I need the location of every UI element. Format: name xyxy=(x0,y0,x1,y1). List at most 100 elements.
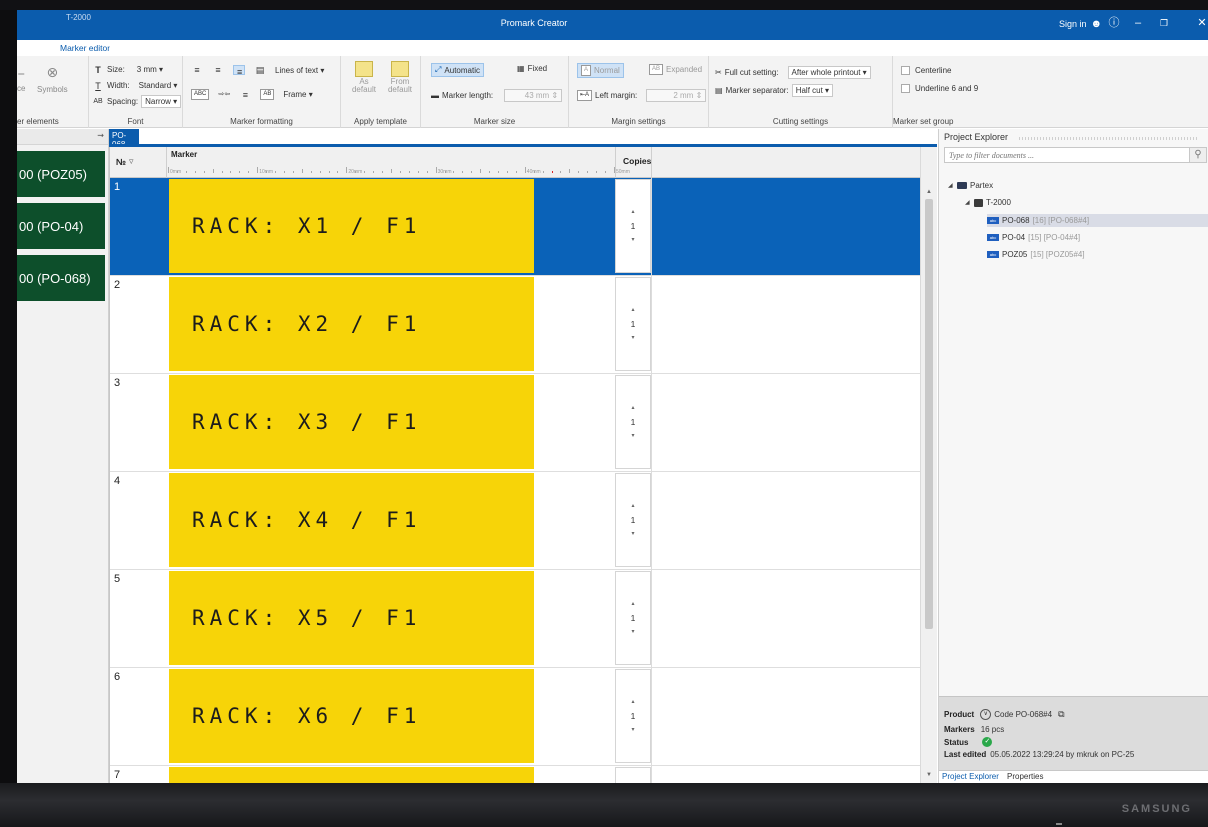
marker-label-plate[interactable]: RACK: X5 / F1 xyxy=(169,571,534,665)
marker-set-card[interactable]: 00 (POZ05) xyxy=(17,151,105,197)
tree-node-root[interactable]: ◢ Partex xyxy=(948,181,993,190)
expanded-margin-button[interactable]: AB Expanded xyxy=(649,64,702,75)
decrement-icon[interactable]: ▾ xyxy=(631,427,634,445)
decrement-icon[interactable]: ▾ xyxy=(631,525,634,543)
symbols-label: Symbols xyxy=(37,85,68,94)
font-width-select[interactable]: Standard ▾ xyxy=(136,80,181,91)
centerline-checkbox[interactable]: Centerline xyxy=(901,66,951,75)
copies-stepper[interactable]: ▴ 1 ▾ xyxy=(615,179,651,273)
copies-stepper[interactable]: ▴ 1 ▾ xyxy=(615,473,651,567)
full-cut-select[interactable]: After whole printout ▾ xyxy=(787,66,871,79)
symbols-button[interactable]: ⊗ Symbols xyxy=(37,64,68,94)
decrement-icon[interactable]: ▾ xyxy=(631,721,634,739)
separator-select[interactable]: Half cut ▾ xyxy=(791,84,834,97)
increment-icon[interactable]: ▴ xyxy=(631,497,634,515)
ruler-tick xyxy=(203,171,205,173)
marker-set-card[interactable]: 00 (PO-068) xyxy=(17,255,105,301)
marker-row[interactable]: 6 RACK: X6 / F1 ▴ 1 ▾ xyxy=(110,668,922,766)
copies-stepper[interactable]: ▴▾ xyxy=(615,767,651,783)
ruler-label: 20mm xyxy=(348,169,363,175)
increment-icon[interactable]: ▴ xyxy=(631,693,634,711)
marker-label-plate[interactable]: RACK: X6 / F1 xyxy=(169,669,534,763)
marker-row[interactable]: 1 RACK: X1 / F1 ▴ 1 ▾ xyxy=(110,178,922,276)
marker-label-plate[interactable]: RACK: X3 / F1 xyxy=(169,375,534,469)
scroll-down-icon[interactable]: ▼ xyxy=(926,772,932,778)
marker-length-input[interactable]: 43 mm ⇕ xyxy=(504,89,563,102)
marker-label-plate[interactable]: RACK: X2 / F1 xyxy=(169,277,534,371)
tab-properties[interactable]: Properties xyxy=(1007,772,1043,781)
align-left-icon[interactable]: ≡ xyxy=(191,65,203,75)
marker-row[interactable]: 4 RACK: X4 / F1 ▴ 1 ▾ xyxy=(110,472,922,570)
left-margin-input[interactable]: 2 mm ⇕ xyxy=(646,89,707,102)
copies-stepper[interactable]: ▴ 1 ▾ xyxy=(615,375,651,469)
marker-row[interactable]: 7 ▴▾ xyxy=(110,766,922,783)
ruler-tick xyxy=(426,171,428,173)
vertical-align-icon[interactable]: ≡ xyxy=(239,90,251,100)
tree-node-printer[interactable]: ◢ T-2000 xyxy=(965,198,1011,207)
full-cut-label: Full cut setting: xyxy=(724,68,779,77)
copy-icon[interactable]: ⧉ xyxy=(1058,709,1064,720)
close-icon[interactable]: ✕ xyxy=(1195,16,1208,30)
lines-of-text-button[interactable]: Lines of text ▾ xyxy=(275,66,324,75)
scissors-icon: ✂ xyxy=(715,68,722,77)
normal-margin-button[interactable]: A Normal xyxy=(577,63,624,78)
align-right-icon[interactable]: ≡ xyxy=(233,65,245,77)
fixed-button[interactable]: ▦ Fixed xyxy=(517,64,547,73)
tab-data-source[interactable]: Data Source xyxy=(102,40,163,56)
marker-row[interactable]: 2 RACK: X2 / F1 ▴ 1 ▾ xyxy=(110,276,922,374)
align-center-icon[interactable]: ≡ xyxy=(212,65,224,75)
decrement-icon[interactable]: ▾ xyxy=(631,231,634,249)
increment-icon[interactable]: ▴ xyxy=(631,399,634,417)
resize-icon: ⤢ xyxy=(435,65,442,74)
minimize-icon[interactable]: – xyxy=(1131,16,1145,30)
ruler-tick xyxy=(194,171,196,173)
column-number-header[interactable]: № ▿ xyxy=(116,156,134,167)
search-icon[interactable]: ⚲ xyxy=(1189,147,1207,163)
help-icon[interactable]: ⓘ xyxy=(1107,16,1121,30)
as-default-button[interactable]: As default xyxy=(349,61,379,94)
increment-icon[interactable]: ▴ xyxy=(631,301,634,319)
marker-label-plate[interactable] xyxy=(169,767,534,783)
filter-icon[interactable]: ▿ xyxy=(129,156,134,167)
tree-node-document[interactable]: abc PO-068 [16] [PO-068#4] xyxy=(987,214,1208,227)
vertical-scrollbar[interactable]: ▲ ▼ xyxy=(920,147,937,783)
underline-checkbox[interactable]: Underline 6 and 9 xyxy=(901,84,978,93)
copies-stepper[interactable]: ▴ 1 ▾ xyxy=(615,277,651,371)
scroll-up-icon[interactable]: ▲ xyxy=(926,189,932,195)
document-tab[interactable]: PO-068 xyxy=(109,129,139,149)
uppercase-icon[interactable]: ABC xyxy=(191,89,210,100)
marker-label-plate[interactable]: RACK: X4 / F1 xyxy=(169,473,534,567)
filter-documents-input[interactable] xyxy=(944,147,1190,163)
tab-project-explorer[interactable]: Project Explorer xyxy=(942,772,999,781)
font-spacing-select[interactable]: Narrow ▾ xyxy=(141,95,182,108)
copies-value: 1 xyxy=(630,221,636,231)
reverse-icon[interactable]: ⇨⇦ xyxy=(218,90,230,100)
tree-node-document[interactable]: abc PO-04 [15] [PO-04#4] xyxy=(987,233,1080,242)
increment-icon[interactable]: ▴ xyxy=(631,203,634,221)
sign-in-button[interactable]: Sign in ☻ xyxy=(1059,18,1102,30)
expand-icon[interactable]: ◢ xyxy=(965,199,971,206)
automatic-button[interactable]: ⤢ Automatic xyxy=(431,63,484,77)
marker-label-plate[interactable]: RACK: X1 / F1 xyxy=(169,179,534,273)
increment-icon[interactable]: ▴ xyxy=(631,595,634,613)
font-size-select[interactable]: 3 mm ▾ xyxy=(134,64,166,75)
scrollbar-thumb[interactable] xyxy=(925,199,933,629)
font-spacing-value: Narrow xyxy=(145,97,171,106)
from-default-button[interactable]: From default xyxy=(385,61,415,94)
marker-set-card[interactable]: 00 (PO-04) xyxy=(17,203,105,249)
column-separator xyxy=(651,276,652,374)
frame-button[interactable]: Frame ▾ xyxy=(283,90,312,99)
font-width-value: Standard xyxy=(138,81,172,90)
decrement-icon[interactable]: ▾ xyxy=(631,329,634,347)
tree-node-document[interactable]: abc POZ05 [15] [POZ05#4] xyxy=(987,250,1085,259)
element-item[interactable]: ⎯ ce xyxy=(17,66,25,93)
chevron-down-icon[interactable]: ∨ xyxy=(980,709,992,720)
decrement-icon[interactable]: ▾ xyxy=(631,623,634,641)
pin-icon[interactable]: ⇝ xyxy=(97,131,104,140)
copies-stepper[interactable]: ▴ 1 ▾ xyxy=(615,571,651,665)
copies-stepper[interactable]: ▴ 1 ▾ xyxy=(615,669,651,763)
expand-icon[interactable]: ◢ xyxy=(948,182,954,189)
marker-row[interactable]: 3 RACK: X3 / F1 ▴ 1 ▾ xyxy=(110,374,922,472)
restore-icon[interactable]: ❐ xyxy=(1157,16,1171,30)
marker-row[interactable]: 5 RACK: X5 / F1 ▴ 1 ▾ xyxy=(110,570,922,668)
